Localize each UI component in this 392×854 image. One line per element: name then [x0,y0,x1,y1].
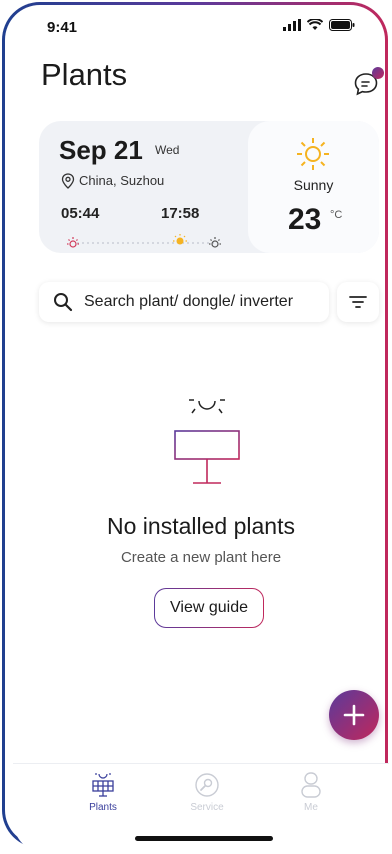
weather-unit: °C [330,209,343,221]
wrench-icon [195,773,219,797]
tab-service[interactable]: Service [167,772,247,813]
weather-temperature: 23 [288,203,322,236]
search-input[interactable]: Search plant/ dongle/ inverter [84,293,293,311]
status-bar: 9:41 [5,5,385,45]
weather-date-panel: Sep 21 Wed China, Suzhou 05:44 17:58 [59,135,259,248]
signal-icon [283,19,301,31]
solar-panel-illustration [174,399,240,484]
location-pin-icon [61,173,75,189]
status-icons [283,19,355,31]
search-bar[interactable]: Search plant/ dongle/ inverter [39,282,329,322]
battery-icon [329,19,355,31]
page-title: Plants [41,57,128,92]
tab-service-label: Service [190,802,224,813]
empty-state-title: No installed plants [107,513,295,539]
sunrise-time: 05:44 [61,205,100,222]
empty-state-subtitle: Create a new plant here [120,549,282,566]
weather-condition: Sunny [293,177,334,193]
sunset-time: 17:58 [161,205,200,222]
weather-condition-panel: Sunny 23 °C [248,121,379,253]
sunset-icon [209,237,221,248]
tab-me-label: Me [304,802,318,813]
add-plant-button[interactable] [329,690,379,740]
search-icon [54,293,73,312]
solar-panel-icon [92,773,114,797]
sun-current-icon [173,234,187,245]
tab-me[interactable]: Me [271,772,351,813]
user-icon [301,772,321,798]
weather-card: Sep 21 Wed China, Suzhou 05:44 17:58 Sun… [39,121,379,253]
view-guide-button[interactable]: View guide [154,588,264,628]
home-indicator[interactable] [135,836,273,841]
sunny-icon [297,138,329,170]
weather-location: China, Suzhou [79,173,165,188]
status-time: 9:41 [47,19,78,36]
plus-icon [343,704,365,726]
notification-dot [372,67,384,79]
sunrise-icon [67,237,79,248]
sun-path-icon [67,234,221,248]
filter-button[interactable] [337,282,379,322]
filter-icon [349,296,367,308]
tab-plants[interactable]: Plants [63,772,143,813]
tab-plants-label: Plants [89,802,117,813]
wifi-icon [307,19,323,30]
phone-frame: 9:41 Plants Sep 21 Wed China, Suzhou 05:… [2,2,389,854]
weather-weekday: Wed [155,143,180,157]
weather-date: Sep 21 [59,135,143,165]
